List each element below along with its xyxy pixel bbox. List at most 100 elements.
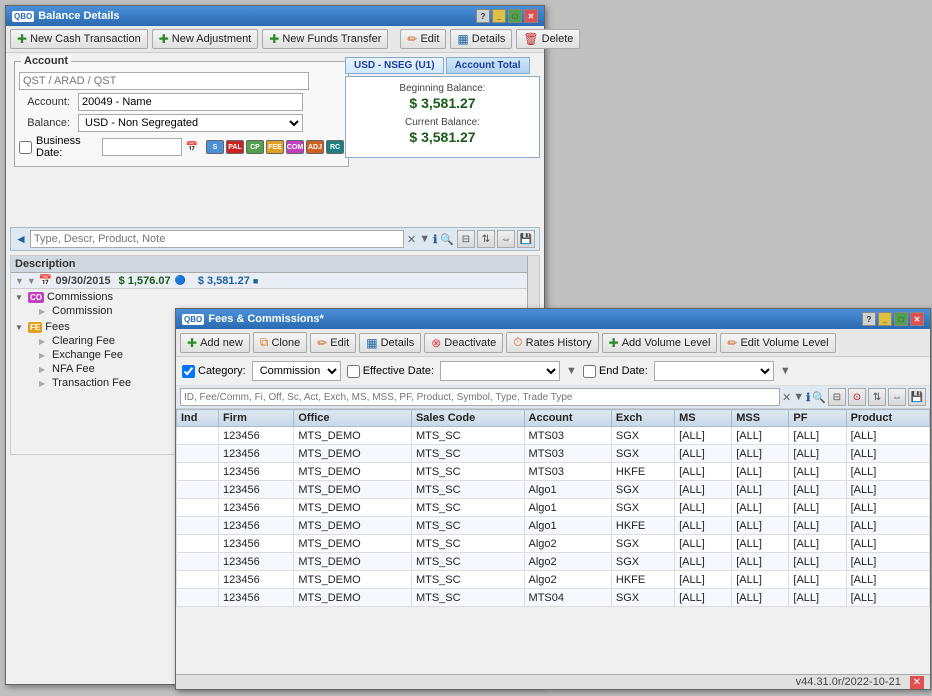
com-btn[interactable]: COM — [286, 140, 304, 154]
collapse-icon[interactable]: ◄ — [15, 232, 27, 246]
end-date-select[interactable] — [654, 361, 774, 381]
sf-circle-icon[interactable]: ⊙ — [848, 388, 866, 406]
rates-history-btn[interactable]: ⏱ Rates History — [506, 332, 598, 353]
cell-7-5: SGX — [611, 553, 674, 571]
col-pf[interactable]: PF — [789, 410, 846, 427]
cell-5-2: MTS_DEMO — [294, 517, 412, 535]
col-account[interactable]: Account — [524, 410, 611, 427]
add-volume-btn[interactable]: ✚ Add Volume Level — [602, 333, 718, 353]
fees-details-btn[interactable]: ▦ Details — [359, 333, 421, 353]
sf-sort-icon[interactable]: ⇅ — [868, 388, 886, 406]
pal-btn[interactable]: PAL — [226, 140, 244, 154]
deactivate-btn[interactable]: ⊗ Deactivate — [424, 333, 503, 353]
fees-edit-btn[interactable]: ✏ Edit — [310, 333, 356, 353]
cell-6-9: [ALL] — [846, 535, 929, 553]
close-status-icon[interactable]: ✕ — [910, 676, 924, 689]
move-icon[interactable]: ⇔ — [497, 230, 515, 248]
table-row[interactable]: 123456MTS_DEMOMTS_SCMTS04SGX[ALL][ALL][A… — [177, 589, 930, 607]
add-new-btn[interactable]: ✚ Add new — [180, 333, 250, 353]
col-firm[interactable]: Firm — [219, 410, 294, 427]
new-funds-btn[interactable]: ✚ New Funds Transfer — [262, 29, 388, 49]
table-row[interactable]: 123456MTS_DEMOMTS_SCAlgo2SGX[ALL][ALL][A… — [177, 535, 930, 553]
path-input[interactable] — [19, 72, 309, 90]
table-row[interactable]: 123456MTS_DEMOMTS_SCMTS03HKFE[ALL][ALL][… — [177, 463, 930, 481]
sf-save-icon[interactable]: 💾 — [908, 388, 926, 406]
end-date-dropdown[interactable]: ▼ — [780, 365, 791, 377]
filter-info-icon[interactable]: ℹ — [433, 233, 437, 246]
edit-vol-icon: ✏ — [727, 336, 737, 350]
new-adj-btn[interactable]: ✚ New Adjustment — [152, 29, 259, 49]
adj-btn[interactable]: ADJ — [306, 140, 324, 154]
plus-icon-3: ✚ — [269, 32, 279, 46]
filter-down-icon[interactable]: ▼ — [419, 233, 430, 245]
help-btn[interactable]: ? — [476, 9, 490, 23]
eff-date-label-wrap: Effective Date: — [347, 365, 434, 378]
sf-move-icon[interactable]: ⇔ — [888, 388, 906, 406]
account-input[interactable] — [78, 93, 303, 111]
filter-x-icon[interactable]: ✕ — [407, 233, 416, 246]
col-sales[interactable]: Sales Code — [411, 410, 524, 427]
biz-date-label: Business Date: — [36, 135, 98, 159]
biz-date-check[interactable] — [19, 141, 32, 154]
add-new-icon: ✚ — [187, 336, 197, 350]
category-select[interactable]: Commission — [252, 361, 341, 381]
date-group[interactable]: ▼ ▼ 📅 09/30/2015 $ 1,576.07 🔵 $ 3,581.27… — [11, 273, 527, 289]
table-row[interactable]: 123456MTS_DEMOMTS_SCAlgo1SGX[ALL][ALL][A… — [177, 499, 930, 517]
new-cash-btn[interactable]: ✚ New Cash Transaction — [10, 29, 148, 49]
fees-max-btn[interactable]: □ — [894, 312, 908, 326]
filter-input[interactable] — [30, 230, 404, 248]
s-btn[interactable]: S — [206, 140, 224, 154]
filter-search-icon[interactable]: 🔍 — [440, 233, 454, 246]
balance-tab-total[interactable]: Account Total — [446, 57, 530, 74]
table-row[interactable]: 123456MTS_DEMOMTS_SCAlgo1SGX[ALL][ALL][A… — [177, 481, 930, 499]
max-btn[interactable]: □ — [508, 9, 522, 23]
table-row[interactable]: 123456MTS_DEMOMTS_SCMTS03SGX[ALL][ALL][A… — [177, 445, 930, 463]
fees-window-title: QBO Fees & Commissions* ? _ □ ✕ — [176, 309, 930, 329]
col-ind[interactable]: Ind — [177, 410, 219, 427]
edit-volume-btn[interactable]: ✏ Edit Volume Level — [720, 333, 835, 353]
close-btn[interactable]: ✕ — [524, 9, 538, 23]
sort-icon[interactable]: ⇅ — [477, 230, 495, 248]
clone-btn[interactable]: ⧉ Clone — [253, 332, 307, 353]
save-icon[interactable]: 💾 — [517, 230, 535, 248]
commissions-header[interactable]: ▼ CO Commissions — [11, 290, 527, 304]
details-btn[interactable]: ▦ Details — [450, 29, 512, 49]
calendar-icon[interactable]: 📅 — [186, 142, 198, 153]
col-mss[interactable]: MSS — [732, 410, 789, 427]
search-info-icon[interactable]: ℹ — [806, 391, 810, 404]
cp-btn[interactable]: CP — [246, 140, 264, 154]
eff-date-select[interactable] — [440, 361, 560, 381]
fee-btn[interactable]: FEE — [266, 140, 284, 154]
col-product[interactable]: Product — [846, 410, 929, 427]
balance-tab-nseg[interactable]: USD - NSEG (U1) — [345, 57, 444, 74]
fees-title-left: QBO Fees & Commissions* — [182, 313, 324, 325]
edit-btn[interactable]: ✏ Edit — [400, 29, 446, 49]
table-row[interactable]: 123456MTS_DEMOMTS_SCAlgo2HKFE[ALL][ALL][… — [177, 571, 930, 589]
fees-min-btn[interactable]: _ — [878, 312, 892, 326]
col-exch[interactable]: Exch — [611, 410, 674, 427]
category-checkbox[interactable] — [182, 365, 195, 378]
table-row[interactable]: 123456MTS_DEMOMTS_SCMTS03SGX[ALL][ALL][A… — [177, 427, 930, 445]
biz-date-input[interactable] — [102, 138, 182, 156]
cell-4-3: MTS_SC — [411, 499, 524, 517]
end-date-check[interactable] — [583, 365, 596, 378]
eff-date-check[interactable] — [347, 365, 360, 378]
search-mag-icon[interactable]: 🔍 — [812, 391, 826, 404]
balance-select[interactable]: USD - Non Segregated — [78, 114, 303, 132]
rc-btn[interactable]: RC — [326, 140, 344, 154]
table-row[interactable]: 123456MTS_DEMOMTS_SCAlgo1HKFE[ALL][ALL][… — [177, 517, 930, 535]
search-down-icon[interactable]: ▼ — [793, 391, 804, 403]
min-btn[interactable]: _ — [492, 9, 506, 23]
search-x-icon[interactable]: ✕ — [782, 391, 791, 404]
balance-content: Beginning Balance: $ 3,581.27 Current Ba… — [345, 76, 540, 158]
table-row[interactable]: 123456MTS_DEMOMTS_SCAlgo2SGX[ALL][ALL][A… — [177, 553, 930, 571]
col-office[interactable]: Office — [294, 410, 412, 427]
fees-help-btn[interactable]: ? — [862, 312, 876, 326]
fees-search-input[interactable] — [180, 388, 780, 406]
delete-btn[interactable]: 🗑 Delete — [516, 29, 580, 49]
fees-close-btn[interactable]: ✕ — [910, 312, 924, 326]
col-ms[interactable]: MS — [675, 410, 732, 427]
eff-date-dropdown[interactable]: ▼ — [566, 365, 577, 377]
sf-filter-icon[interactable]: ⊟ — [828, 388, 846, 406]
filter-funnel-icon[interactable]: ⊟ — [457, 230, 475, 248]
